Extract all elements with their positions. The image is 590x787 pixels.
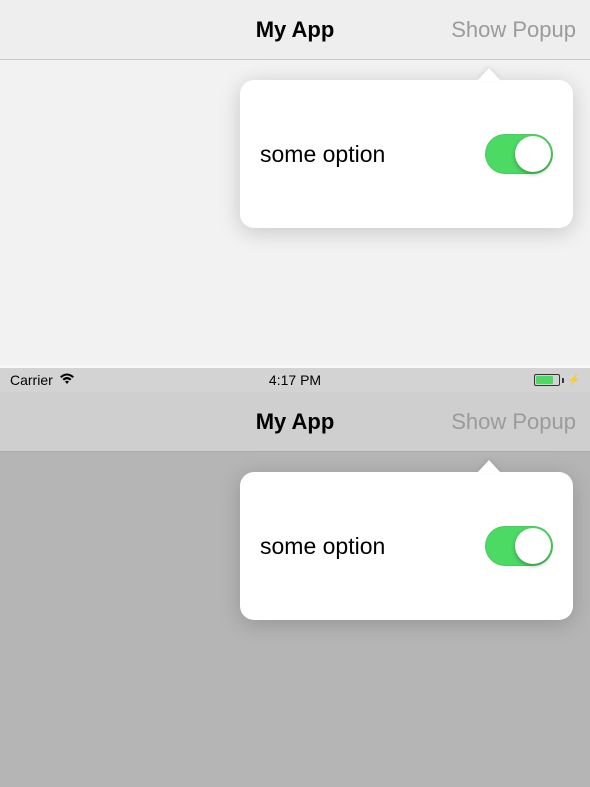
charging-icon: ⚡ [568,375,580,386]
popover-option-label: some option [260,533,385,560]
battery-icon [534,374,560,386]
status-time: 4:17 PM [269,372,321,388]
wifi-icon [59,372,75,388]
nav-bar: My App Show Popup [0,392,590,452]
option-toggle-switch[interactable] [485,134,553,174]
nav-title: My App [256,17,335,43]
popover-option-label: some option [260,141,385,168]
popover: some option [240,80,573,228]
popover: some option [240,472,573,620]
switch-knob [515,136,551,172]
status-carrier: Carrier [10,372,75,388]
nav-title: My App [256,409,335,435]
screen-dimmed: Carrier 4:17 PM ⚡ My App Show Popup some… [0,368,590,787]
nav-bar: My App Show Popup [0,0,590,60]
screen-light: My App Show Popup some option [0,0,590,365]
switch-knob [515,528,551,564]
carrier-label: Carrier [10,372,53,388]
status-battery: ⚡ [534,374,580,386]
status-bar: Carrier 4:17 PM ⚡ [0,368,590,392]
show-popup-button[interactable]: Show Popup [451,17,576,43]
option-toggle-switch[interactable] [485,526,553,566]
show-popup-button[interactable]: Show Popup [451,409,576,435]
